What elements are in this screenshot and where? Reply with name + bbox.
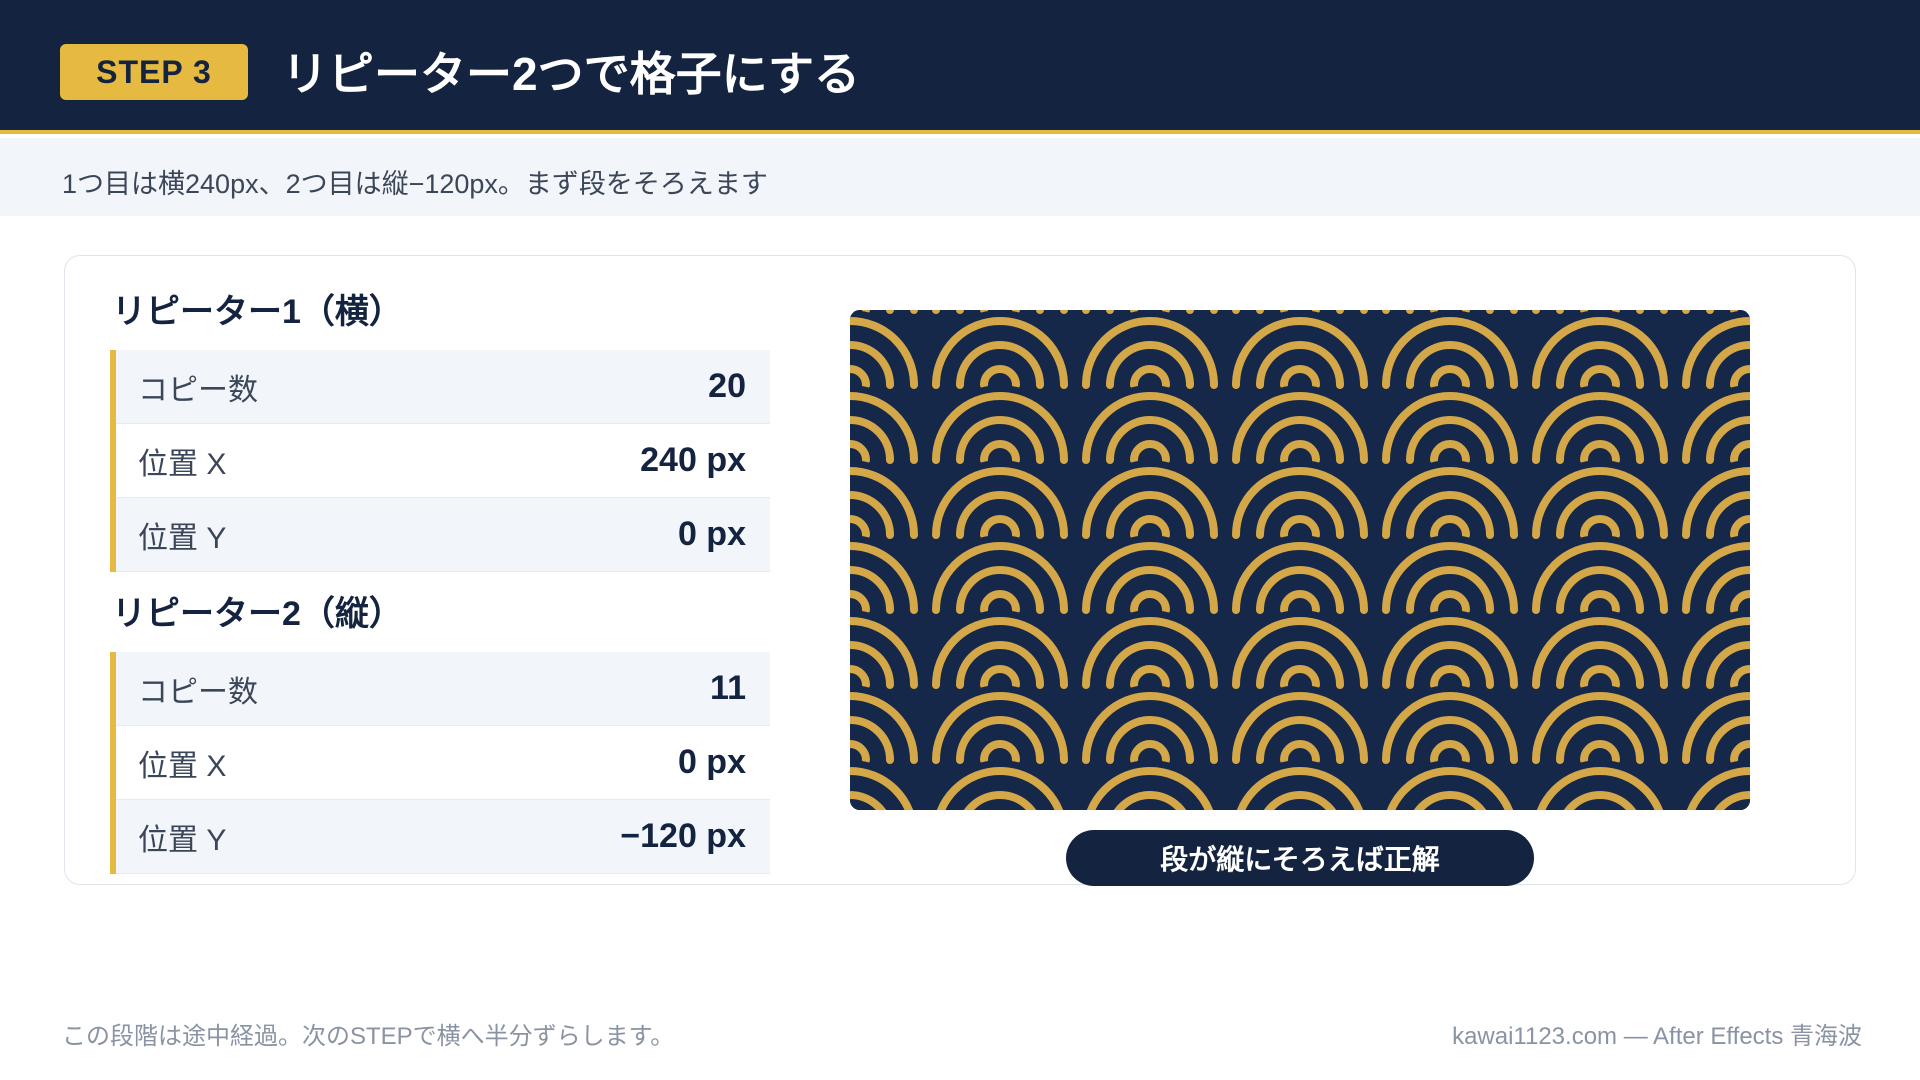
param-label: コピー数 [138,675,258,709]
param-value: 0 px [677,515,746,553]
param-label: コピー数 [138,373,258,407]
header-bar: STEP 3 リピーター2つで格子にする [0,0,1920,134]
footer-credit: kawai1123.com — After Effects 青海波 [1452,1023,1862,1050]
seigaiha-pattern-image [850,310,1750,810]
param-row: コピー数 11 [116,652,770,726]
subtitle-text: 1つ目は横240px、2つ目は縦−120px。まず段をそろえます [62,169,768,199]
param-value: −120 px [620,817,746,855]
footer-note: この段階は途中経過。次のSTEPで横へ半分ずらします。 [62,1023,675,1050]
step-badge: STEP 3 [60,44,248,100]
repeater1-title: リピーター1（横） [112,293,403,331]
param-label: 位置 Y [138,521,227,555]
param-value: 240 px [640,441,746,479]
repeater2-title: リピーター2（縦） [112,595,403,633]
param-row: 位置 Y −120 px [116,800,770,874]
param-label: 位置 Y [138,823,227,857]
param-row: 位置 Y 0 px [116,498,770,572]
param-label: 位置 X [138,749,227,783]
param-value: 0 px [677,743,746,781]
subtitle-band: 1つ目は横240px、2つ目は縦−120px。まず段をそろえます [0,138,1920,216]
repeater2-table: コピー数 11 位置 X 0 px 位置 Y −120 px [110,652,770,874]
param-row: 位置 X 240 px [116,424,770,498]
param-value: 20 [708,367,746,405]
param-row: コピー数 20 [116,350,770,424]
page-title: リピーター2つで格子にする [282,48,861,100]
param-value: 11 [710,669,746,707]
param-label: 位置 X [138,447,227,481]
pattern-preview [850,310,1750,810]
param-row: 位置 X 0 px [116,726,770,800]
preview-caption: 段が縦にそろえば正解 [1066,830,1534,886]
repeater1-table: コピー数 20 位置 X 240 px 位置 Y 0 px [110,350,770,572]
